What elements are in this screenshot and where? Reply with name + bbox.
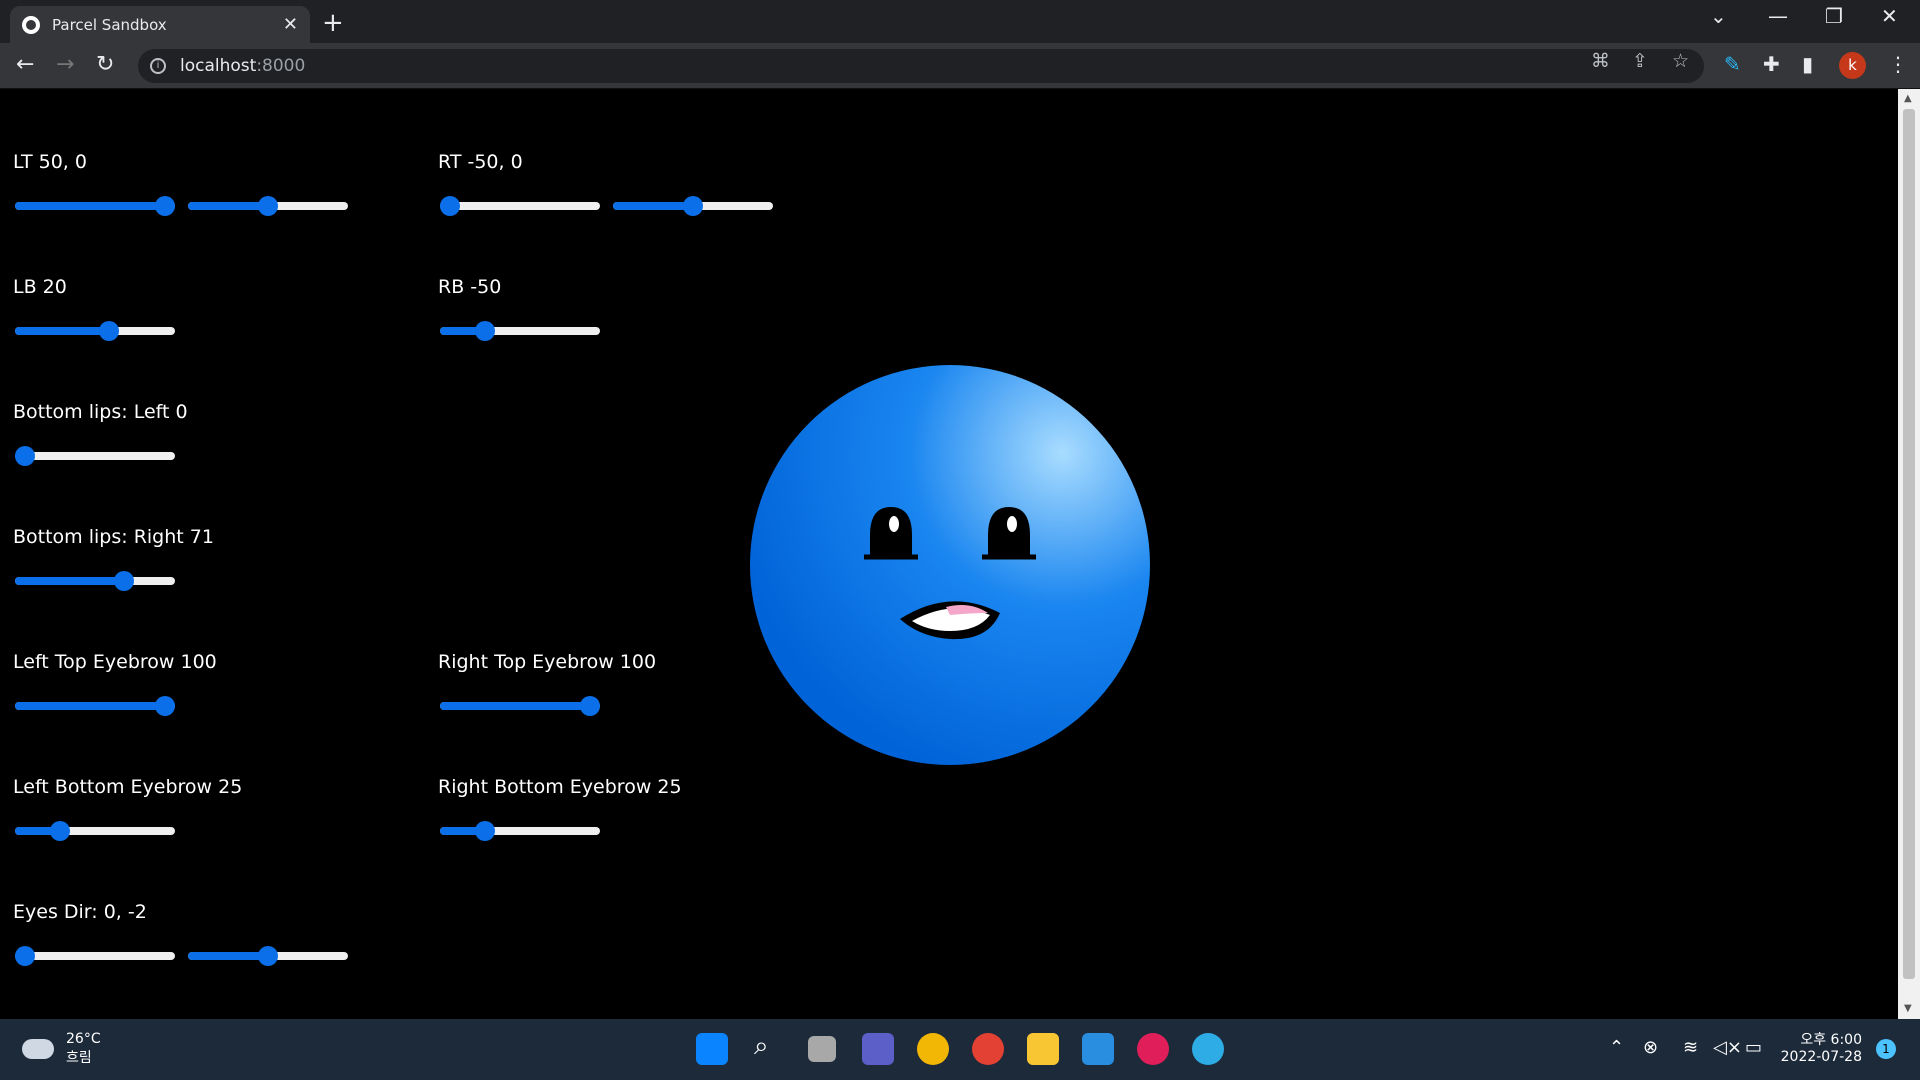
tray-close-circle-icon[interactable]: ⊗ [1643, 1037, 1658, 1058]
slack-icon[interactable] [1137, 1033, 1169, 1065]
scroll-up-icon[interactable]: ▲ [1904, 93, 1912, 104]
file-explorer-icon[interactable] [1027, 1033, 1059, 1065]
browser-tab[interactable]: Parcel Sandbox ✕ [10, 6, 310, 43]
clock[interactable]: 오후 6:00 2022-07-28 [1780, 1029, 1862, 1065]
right-bottom-eyebrow-slider[interactable] [440, 821, 600, 841]
bottom-lips-left-slider[interactable] [15, 446, 175, 466]
search-icon[interactable]: ⌕ [754, 1031, 769, 1062]
minimize-icon[interactable]: — [1768, 4, 1788, 28]
close-window-icon[interactable]: ✕ [1881, 4, 1898, 28]
tab-search-icon[interactable]: ⌄ [1710, 4, 1727, 28]
restore-icon[interactable]: ❐ [1825, 4, 1843, 28]
right-top-eyebrow-label: Right Top Eyebrow 100 [438, 651, 657, 673]
eyes-dir-x-slider[interactable] [15, 946, 175, 966]
forward-icon[interactable]: → [56, 52, 74, 77]
left-top-eyebrow-slider[interactable] [15, 696, 175, 716]
tab-title: Parcel Sandbox [52, 15, 167, 34]
site-info-icon[interactable]: i [150, 58, 166, 74]
start-windows-icon[interactable] [696, 1033, 728, 1065]
reload-icon[interactable]: ↻ [96, 52, 114, 77]
url-port: :8000 [256, 56, 306, 76]
left-bottom-eyebrow-label: Left Bottom Eyebrow 25 [13, 776, 243, 798]
bookmark-star-icon[interactable]: ☆ [1672, 50, 1689, 72]
speaker-muted-icon[interactable]: ◁× [1713, 1037, 1742, 1058]
translate-icon[interactable]: ⌘ [1591, 50, 1610, 72]
windows-taskbar: 26°C 흐림 ⌕ ⌃ ⊗ ≋ ◁× ▭ 오후 6:00 2022-07-28 … [0, 1019, 1920, 1080]
page-scrollbar[interactable]: ▲ ▼ [1898, 89, 1920, 1019]
side-panel-icon[interactable]: ▮ [1802, 52, 1813, 76]
teams-chat-icon[interactable] [862, 1033, 894, 1065]
scrollbar-thumb[interactable] [1903, 109, 1915, 979]
face-circle [750, 365, 1150, 765]
show-hidden-icons-icon[interactable]: ⌃ [1609, 1037, 1624, 1058]
rt-x-slider[interactable] [440, 196, 600, 216]
right-top-eyebrow-slider[interactable] [440, 696, 600, 716]
browser-tabstrip: Parcel Sandbox ✕ + ⌄ — ❐ ✕ [0, 0, 1920, 43]
eyes-dir-y-slider[interactable] [188, 946, 348, 966]
cloud-icon [22, 1039, 54, 1059]
close-tab-icon[interactable]: ✕ [283, 14, 298, 35]
rt-y-slider[interactable] [613, 196, 773, 216]
wifi-icon[interactable]: ≋ [1683, 1037, 1698, 1058]
profile-avatar[interactable]: k [1839, 52, 1866, 79]
browser-toolbar: ← → ↻ i localhost:8000 ⌘ ⇪ ☆ ✎ ✚ ▮ k ⋮ [0, 43, 1920, 89]
face-avatar [750, 365, 1150, 765]
weather-widget[interactable]: 26°C 흐림 [22, 1031, 101, 1067]
lt-label: LT 50, 0 [13, 151, 87, 173]
notification-badge[interactable]: 1 [1876, 1039, 1896, 1059]
scroll-down-icon[interactable]: ▼ [1904, 1003, 1912, 1014]
menu-kebab-icon[interactable]: ⋮ [1888, 52, 1908, 76]
sandbox-favicon-icon [22, 15, 40, 34]
url-host: localhost [180, 56, 257, 76]
right-bottom-eyebrow-label: Right Bottom Eyebrow 25 [438, 776, 682, 798]
chrome-icon[interactable] [917, 1033, 949, 1065]
left-bottom-eyebrow-slider[interactable] [15, 821, 175, 841]
weather-condition: 흐림 [66, 1050, 92, 1066]
clock-date: 2022-07-28 [1780, 1049, 1862, 1065]
battery-icon[interactable]: ▭ [1745, 1037, 1762, 1058]
rt-label: RT -50, 0 [438, 151, 523, 173]
new-tab-icon[interactable]: + [322, 8, 344, 38]
chrome-profile-icon[interactable] [972, 1033, 1004, 1065]
extensions-puzzle-icon[interactable]: ✚ [1763, 52, 1780, 76]
rb-slider[interactable] [440, 321, 600, 341]
weather-temperature: 26°C [66, 1031, 101, 1047]
bottom-lips-left-label: Bottom lips: Left 0 [13, 401, 188, 423]
eyes-dir-label: Eyes Dir: 0, -2 [13, 901, 147, 923]
extension-pen-icon[interactable]: ✎ [1724, 52, 1741, 76]
back-icon[interactable]: ← [16, 52, 34, 77]
page-content: LT 50, 0 RT -50, 0 LB 20 RB -50 Bottom l… [0, 89, 1898, 1019]
rb-label: RB -50 [438, 276, 502, 298]
vscode-icon[interactable] [1082, 1033, 1114, 1065]
left-top-eyebrow-label: Left Top Eyebrow 100 [13, 651, 217, 673]
bottom-lips-right-slider[interactable] [15, 571, 175, 591]
clock-time: 오후 6:00 [1800, 1032, 1862, 1048]
lb-label: LB 20 [13, 276, 67, 298]
lt-x-slider[interactable] [15, 196, 175, 216]
globe-app-icon[interactable] [1192, 1033, 1224, 1065]
task-view-icon[interactable] [808, 1036, 836, 1062]
bottom-lips-right-label: Bottom lips: Right 71 [13, 526, 214, 548]
lb-slider[interactable] [15, 321, 175, 341]
share-icon[interactable]: ⇪ [1632, 50, 1648, 72]
lt-y-slider[interactable] [188, 196, 348, 216]
address-bar[interactable]: i localhost:8000 [138, 49, 1704, 83]
